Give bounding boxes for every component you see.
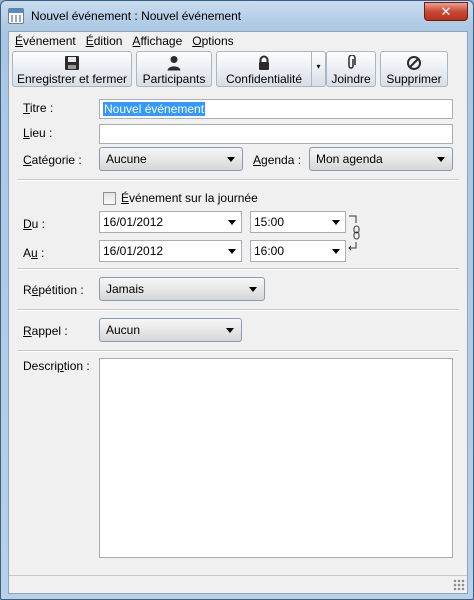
- description-textarea[interactable]: [99, 358, 453, 558]
- end-date-picker[interactable]: 16/01/2012: [99, 240, 242, 262]
- separator: [17, 309, 459, 311]
- title-input[interactable]: Nouvel événement: [99, 99, 453, 119]
- calendar-label: Agenda :: [253, 153, 302, 167]
- person-icon: [166, 55, 182, 71]
- window-title: Nouvel événement : Nouvel événement: [31, 9, 242, 23]
- save-and-close-button[interactable]: Enregistrer et fermer: [12, 51, 132, 87]
- location-label: Lieu :: [23, 126, 53, 140]
- description-label: Description :: [23, 359, 90, 373]
- calendar-icon: [8, 8, 24, 24]
- chevron-down-icon: [249, 287, 257, 292]
- status-bar: [9, 575, 467, 593]
- reminder-label: Rappel :: [23, 324, 68, 338]
- menu-edit[interactable]: Édition: [81, 32, 128, 49]
- category-dropdown[interactable]: Aucune: [99, 147, 243, 171]
- chevron-down-icon: [332, 220, 340, 225]
- all-day-label[interactable]: Événement sur la journée: [121, 191, 258, 205]
- close-button[interactable]: ✕: [424, 2, 468, 21]
- menu-event[interactable]: Événement: [9, 32, 81, 49]
- chevron-down-icon: [437, 157, 445, 162]
- repeat-label: Répétition :: [23, 283, 84, 297]
- separator: [17, 268, 459, 270]
- delete-button[interactable]: Supprimer: [380, 51, 448, 87]
- event-dialog-window: Nouvel événement : Nouvel événement ✕ Év…: [0, 0, 474, 600]
- padlock-icon: [256, 55, 272, 71]
- reminder-dropdown[interactable]: Aucun: [99, 318, 242, 342]
- privacy-dropdown-arrow[interactable]: ▾: [312, 51, 326, 87]
- chevron-down-icon: [226, 328, 234, 333]
- privacy-button[interactable]: Confidentialité: [216, 51, 312, 87]
- delete-circle-icon: [406, 55, 422, 71]
- category-label: Catégorie :: [23, 153, 82, 167]
- attach-button[interactable]: Joindre: [326, 51, 376, 87]
- end-label: Au :: [23, 246, 45, 260]
- chevron-down-icon: [227, 157, 235, 162]
- location-input[interactable]: [99, 124, 453, 144]
- chevron-down-icon: [228, 249, 236, 254]
- chevron-down-icon: [332, 249, 340, 254]
- link-times-icon[interactable]: [348, 214, 362, 258]
- all-day-checkbox[interactable]: [103, 192, 116, 205]
- start-label: Du :: [23, 217, 46, 231]
- start-date-picker[interactable]: 16/01/2012: [99, 211, 242, 233]
- title-label: Titre :: [23, 101, 54, 115]
- calendar-dropdown[interactable]: Mon agenda: [309, 147, 453, 171]
- repeat-dropdown[interactable]: Jamais: [99, 277, 265, 301]
- chevron-down-icon: [228, 220, 236, 225]
- menu-bar: Événement Édition Affichage Options: [9, 32, 467, 49]
- separator: [17, 350, 459, 352]
- title-bar[interactable]: Nouvel événement : Nouvel événement ✕: [1, 1, 473, 31]
- menu-options[interactable]: Options: [187, 32, 238, 49]
- event-form: Titre : Nouvel événement Lieu : Catégori…: [9, 90, 467, 576]
- toolbar: Enregistrer et fermer Participants Confi…: [9, 50, 467, 88]
- participants-button[interactable]: Participants: [136, 51, 212, 87]
- floppy-disk-icon: [64, 55, 80, 71]
- resize-grip-icon[interactable]: [453, 579, 465, 591]
- menu-view[interactable]: Affichage: [127, 32, 187, 49]
- paperclip-icon: [343, 54, 359, 71]
- separator: [17, 179, 459, 181]
- end-time-picker[interactable]: 16:00: [250, 240, 346, 262]
- dialog-client-area: Événement Édition Affichage Options Enre…: [8, 31, 468, 594]
- start-time-picker[interactable]: 15:00: [250, 211, 346, 233]
